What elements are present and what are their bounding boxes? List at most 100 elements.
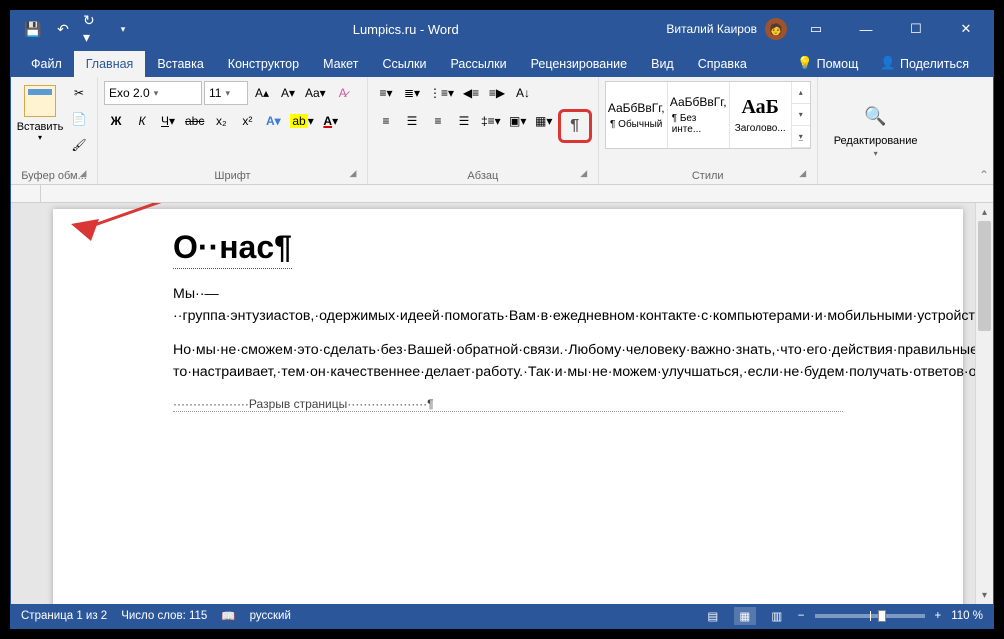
zoom-level[interactable]: 110 %	[951, 610, 983, 622]
status-language[interactable]: русский	[250, 610, 291, 622]
group-paragraph: ≡▾ ≣▾ ⋮≡▾ ◀≡ ≡▶ A↓ ≡ ☰ ≡ ☰ ‡≡▾ ▣▾ ▦▾ ¶ А…	[368, 77, 599, 184]
redo-icon[interactable]: ↻ ▾	[83, 19, 103, 39]
clipboard-dialog-launcher[interactable]: ◢	[77, 168, 89, 180]
tab-view[interactable]: Вид	[639, 51, 686, 77]
scroll-track[interactable]	[976, 221, 993, 586]
change-case-button[interactable]: Aa▾	[302, 81, 329, 105]
tab-mailings[interactable]: Рассылки	[438, 51, 518, 77]
status-word-count[interactable]: Число слов: 115	[121, 610, 207, 622]
font-size-combo[interactable]: 11▾	[204, 81, 248, 105]
autosave-icon[interactable]: 💾	[23, 19, 43, 39]
copy-button[interactable]: 📄	[67, 107, 91, 131]
tab-file[interactable]: Файл	[19, 51, 74, 77]
tab-help[interactable]: Справка	[686, 51, 759, 77]
document-paragraph-1[interactable]: Мы··—··группа·энтузиастов,·одержимых·иде…	[173, 283, 843, 327]
numbering-button[interactable]: ≣▾	[400, 81, 424, 105]
tell-me-button[interactable]: 💡Помощ	[789, 50, 866, 77]
paste-button[interactable]: Вставить ▾	[17, 81, 63, 146]
subscript-button[interactable]: x₂	[209, 109, 233, 133]
style-no-spacing[interactable]: АаБбВвГг,¶ Без инте...	[668, 82, 730, 148]
tab-design[interactable]: Конструктор	[216, 51, 311, 77]
ribbon-tabs: Файл Главная Вставка Конструктор Макет С…	[11, 47, 993, 77]
ribbon: Вставить ▾ ✂ 📄 🖌 Буфер обм...◢ Exo 2.0▾ …	[11, 77, 993, 185]
status-page[interactable]: Страница 1 из 2	[21, 610, 107, 622]
horizontal-ruler[interactable]	[11, 185, 993, 203]
document-heading[interactable]: О··нас¶	[173, 229, 292, 269]
tab-home[interactable]: Главная	[74, 51, 146, 77]
qat-customize-icon[interactable]: ▾	[113, 19, 133, 39]
scroll-up-button[interactable]: ▴	[976, 203, 993, 221]
close-button[interactable]: ✕	[945, 11, 987, 47]
undo-icon[interactable]: ↶	[53, 19, 73, 39]
increase-indent-button[interactable]: ≡▶	[485, 81, 509, 105]
zoom-in-button[interactable]: +	[935, 610, 942, 622]
tab-references[interactable]: Ссылки	[370, 51, 438, 77]
strikethrough-button[interactable]: abc	[182, 109, 207, 133]
multilevel-button[interactable]: ⋮≡▾	[426, 81, 457, 105]
align-center-button[interactable]: ☰	[400, 109, 424, 133]
style-normal[interactable]: АаБбВвГг,¶ Обычный	[606, 82, 668, 148]
find-icon[interactable]: 🔍	[864, 106, 886, 127]
web-layout-button[interactable]: ▥	[766, 607, 788, 625]
style-heading1[interactable]: АаБЗаголово...	[730, 82, 792, 148]
tab-review[interactable]: Рецензирование	[519, 51, 640, 77]
show-hide-paragraph-button[interactable]: ¶	[558, 109, 592, 143]
vertical-ruler[interactable]	[11, 203, 41, 604]
brush-icon: 🖌	[71, 138, 86, 152]
align-right-button[interactable]: ≡	[426, 109, 450, 133]
ribbon-display-icon[interactable]: ▭	[795, 11, 837, 47]
underline-button[interactable]: Ч▾	[156, 109, 180, 133]
spellcheck-icon[interactable]: 📖	[221, 609, 235, 623]
justify-button[interactable]: ☰	[452, 109, 476, 133]
document-paragraph-2[interactable]: Но·мы·не·сможем·это·сделать·без·Вашей·об…	[173, 339, 843, 383]
italic-button[interactable]: К	[130, 109, 154, 133]
tab-insert[interactable]: Вставка	[145, 51, 215, 77]
scroll-down-button[interactable]: ▾	[976, 586, 993, 604]
text-effects-button[interactable]: A▾	[261, 109, 285, 133]
user-name[interactable]: Виталий Каиров	[666, 22, 757, 36]
tab-layout[interactable]: Макет	[311, 51, 370, 77]
minimize-button[interactable]: —	[845, 11, 887, 47]
zoom-slider[interactable]	[815, 614, 925, 618]
grow-font-button[interactable]: A▴	[250, 81, 274, 105]
line-spacing-button[interactable]: ‡≡▾	[478, 109, 504, 133]
decrease-indent-button[interactable]: ◀≡	[459, 81, 483, 105]
page-break-marker[interactable]: ···················Разрыв страницы······…	[173, 395, 843, 412]
shading-button[interactable]: ▣▾	[506, 109, 530, 133]
font-color-button[interactable]: A▾	[319, 109, 343, 133]
zoom-out-button[interactable]: −	[798, 610, 805, 622]
paragraph-dialog-launcher[interactable]: ◢	[578, 168, 590, 180]
maximize-button[interactable]: ☐	[895, 11, 937, 47]
styles-more-button[interactable]: ▾̲	[792, 126, 810, 148]
font-name-combo[interactable]: Exo 2.0▾	[104, 81, 202, 105]
styles-gallery: АаБбВвГг,¶ Обычный АаБбВвГг,¶ Без инте..…	[605, 81, 811, 149]
shrink-font-button[interactable]: A▾	[276, 81, 300, 105]
clear-formatting-button[interactable]: A̷	[331, 81, 355, 105]
collapse-ribbon-button[interactable]: ⌃	[979, 168, 989, 182]
format-painter-button[interactable]: 🖌	[67, 133, 91, 157]
styles-down-button[interactable]: ▾	[792, 104, 810, 126]
share-button[interactable]: 👤Поделиться	[872, 50, 977, 77]
borders-button[interactable]: ▦▾	[532, 109, 556, 133]
document-area: О··нас¶ Мы··—··группа·энтузиастов,·одерж…	[11, 203, 993, 604]
cut-button[interactable]: ✂	[67, 81, 91, 105]
font-dialog-launcher[interactable]: ◢	[347, 168, 359, 180]
read-mode-button[interactable]: ▤	[702, 607, 724, 625]
paste-icon	[24, 85, 56, 117]
avatar[interactable]: 🧑	[765, 18, 787, 40]
scroll-thumb[interactable]	[978, 221, 991, 331]
bold-button[interactable]: Ж	[104, 109, 128, 133]
group-editing-label[interactable]: Редактирование	[834, 135, 918, 147]
sort-button[interactable]: A↓	[511, 81, 535, 105]
print-layout-button[interactable]: ▦	[734, 607, 756, 625]
vertical-scrollbar[interactable]: ▴ ▾	[975, 203, 993, 604]
ruler-corner	[11, 185, 41, 202]
highlight-button[interactable]: ab▾	[287, 109, 316, 133]
styles-up-button[interactable]: ▴	[792, 82, 810, 104]
bullets-button[interactable]: ≡▾	[374, 81, 398, 105]
page-scroll[interactable]: О··нас¶ Мы··—··группа·энтузиастов,·одерж…	[41, 203, 975, 604]
document-page[interactable]: О··нас¶ Мы··—··группа·энтузиастов,·одерж…	[53, 209, 963, 604]
superscript-button[interactable]: x²	[235, 109, 259, 133]
styles-dialog-launcher[interactable]: ◢	[797, 168, 809, 180]
align-left-button[interactable]: ≡	[374, 109, 398, 133]
